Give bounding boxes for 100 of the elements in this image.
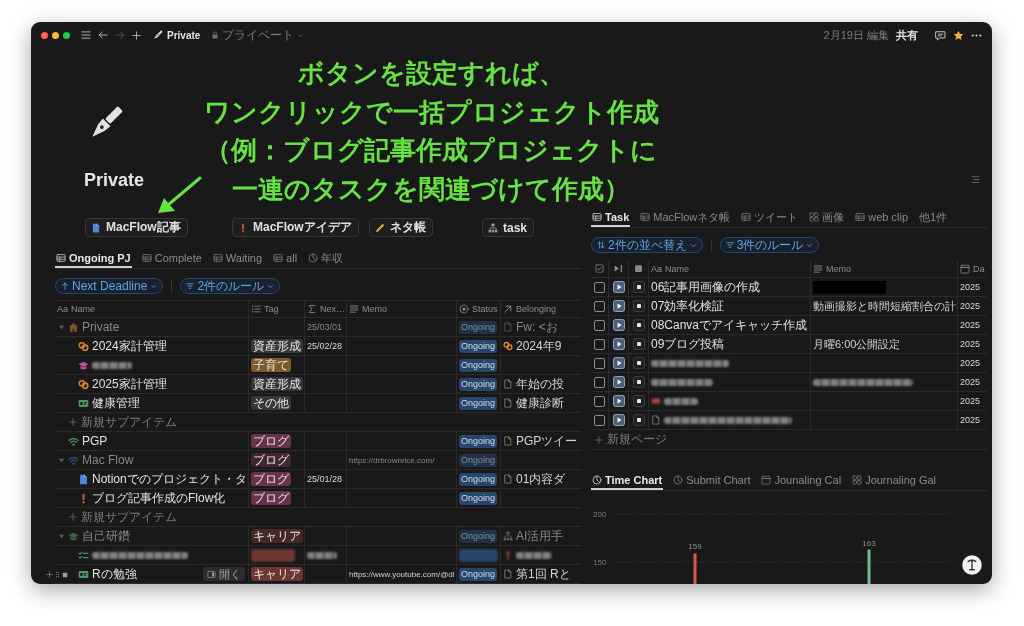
checkbox[interactable] xyxy=(594,376,605,388)
column-header[interactable]: Nex… xyxy=(320,304,345,314)
view-tab[interactable]: 年収 xyxy=(307,250,345,268)
view-tab[interactable]: Time Chart xyxy=(591,472,664,490)
share-button[interactable]: 共有 xyxy=(896,27,922,43)
view-tab[interactable]: Ongoing PJ xyxy=(55,250,132,268)
plus-icon[interactable] xyxy=(46,571,53,578)
project-name[interactable]: ブログ記事作成のFlow化 xyxy=(92,489,226,507)
related-page[interactable]: Fw: <お xyxy=(516,318,558,336)
caret-down-icon[interactable] xyxy=(57,532,65,540)
project-name[interactable]: 自己研鑽 xyxy=(82,527,130,545)
play-icon[interactable] xyxy=(612,319,625,331)
minimize-icon[interactable] xyxy=(52,31,59,39)
project-name[interactable]: 2025家計管理 xyxy=(92,375,167,393)
project-name[interactable]: PGP xyxy=(82,434,108,448)
checkbox[interactable] xyxy=(594,300,605,312)
project-name[interactable]: 健康管理 xyxy=(92,394,140,412)
privacy-menu[interactable]: プライベート xyxy=(209,26,307,44)
stop-icon[interactable] xyxy=(632,376,645,388)
related-page[interactable]: 健康診断 xyxy=(516,394,564,412)
stop-icon[interactable] xyxy=(632,281,645,293)
stop-icon[interactable] xyxy=(632,300,645,312)
back-arrow-icon[interactable] xyxy=(98,30,108,40)
stop-icon[interactable] xyxy=(632,357,645,369)
outline-icon[interactable] xyxy=(971,175,980,184)
view-tab[interactable]: MacFlowネタ帳 xyxy=(639,209,732,227)
checkbox[interactable] xyxy=(594,319,605,331)
task-name[interactable]: 08Canvaでアイキャッチ作成 xyxy=(651,316,808,334)
new-page-button[interactable]: 新規ページ xyxy=(593,431,669,448)
view-tab[interactable]: Waiting xyxy=(211,250,264,268)
comment-icon[interactable] xyxy=(935,29,946,41)
view-tab[interactable]: all xyxy=(272,250,299,268)
view-tab[interactable]: Task xyxy=(591,209,631,227)
drag-handle-icon[interactable] xyxy=(54,571,61,578)
column-header[interactable]: Memo xyxy=(826,263,851,274)
column-header[interactable]: Memo xyxy=(362,304,387,314)
view-tab[interactable]: Jounaling Cal xyxy=(760,472,843,490)
play-icon[interactable] xyxy=(612,300,625,312)
memo-link[interactable]: https://drbrownrice.com/ xyxy=(349,455,435,465)
help-icon[interactable] xyxy=(962,555,982,575)
project-name[interactable]: 2024家計管理 xyxy=(92,337,167,355)
related-page[interactable]: 01内容ダ xyxy=(516,470,566,488)
stop-icon[interactable] xyxy=(632,395,645,407)
project-name[interactable]: Rの勉強 xyxy=(92,565,137,583)
play-icon[interactable] xyxy=(612,357,625,369)
caret-down-icon[interactable] xyxy=(57,323,65,331)
breadcrumb-link[interactable]: Private xyxy=(151,29,203,41)
related-page[interactable]: AI活用手 xyxy=(516,527,564,545)
task-name[interactable]: 06記事用画像の作成 xyxy=(651,278,761,296)
column-header[interactable]: Name xyxy=(665,263,690,274)
project-name[interactable]: Private xyxy=(82,320,120,334)
checkbox[interactable] xyxy=(594,395,605,407)
view-tab[interactable]: ツイート xyxy=(740,209,800,227)
column-header[interactable]: Belonging xyxy=(516,304,557,314)
project-name[interactable]: Mac Flow xyxy=(82,453,134,467)
view-tab[interactable]: Journaling Gal xyxy=(851,472,938,490)
play-icon[interactable] xyxy=(612,395,625,407)
checkbox[interactable] xyxy=(594,357,605,369)
play-icon[interactable] xyxy=(612,281,625,293)
checkbox[interactable] xyxy=(594,281,605,293)
related-page[interactable]: 年始の投 xyxy=(516,375,564,393)
view-tab[interactable]: Submit Chart xyxy=(672,472,752,490)
column-header[interactable]: Da xyxy=(973,263,985,274)
column-header[interactable]: Name xyxy=(71,304,96,314)
sort-chip[interactable]: 2件の並べ替え xyxy=(591,237,703,253)
zoom-icon[interactable] xyxy=(63,31,70,39)
plus-icon[interactable] xyxy=(132,30,141,40)
checkbox[interactable] xyxy=(594,338,605,350)
template-button[interactable]: MacFlowアイデア xyxy=(232,218,359,237)
select-box-icon[interactable] xyxy=(62,571,68,578)
filter-chip[interactable]: 3件のルール xyxy=(719,237,820,253)
column-header[interactable]: Status xyxy=(472,304,498,314)
view-tab[interactable]: web clip xyxy=(854,209,910,227)
checkbox[interactable] xyxy=(594,414,605,426)
view-tab[interactable]: 画像 xyxy=(808,209,846,227)
related-page[interactable]: PGPツイー xyxy=(516,432,578,450)
menu-icon[interactable] xyxy=(81,30,91,40)
template-button[interactable]: MacFlow記事 xyxy=(85,218,188,237)
view-tab[interactable]: 他1件 xyxy=(918,209,949,227)
template-button[interactable]: ネタ帳 xyxy=(369,218,433,237)
play-icon[interactable] xyxy=(612,338,625,350)
project-name[interactable]: Notionでのプロジェクト・タ xyxy=(92,470,247,488)
open-button[interactable]: 開く xyxy=(203,567,245,581)
play-icon[interactable] xyxy=(612,376,625,388)
sort-chip[interactable]: Next Deadline xyxy=(55,278,164,294)
stop-icon[interactable] xyxy=(632,319,645,331)
task-name[interactable]: 07効率化検証 xyxy=(651,297,725,315)
new-subitem-button[interactable]: 新規サブアイテム xyxy=(67,413,179,431)
related-page[interactable]: 第1回 Rと xyxy=(516,565,571,583)
stop-icon[interactable] xyxy=(632,414,645,426)
play-icon[interactable] xyxy=(612,414,625,426)
memo-link[interactable]: https://www.youtube.com/@dl xyxy=(349,569,455,579)
template-button[interactable]: task xyxy=(482,218,535,237)
view-tab[interactable]: Complete xyxy=(140,250,203,268)
star-icon[interactable] xyxy=(953,29,964,41)
close-icon[interactable] xyxy=(41,31,48,39)
task-name[interactable]: 09ブログ投稿 xyxy=(651,335,725,353)
related-page[interactable]: 2024年9 xyxy=(516,337,562,355)
new-subitem-button[interactable]: 新規サブアイテム xyxy=(67,508,179,526)
column-header[interactable]: Tag xyxy=(264,304,279,314)
